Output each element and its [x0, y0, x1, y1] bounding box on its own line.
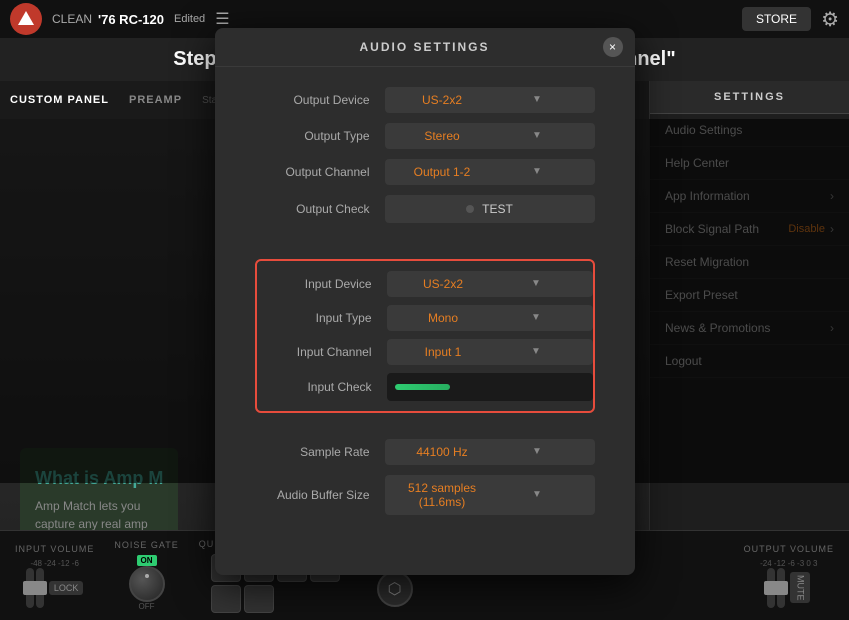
sample-rate-select[interactable]: 44100 Hz ▼: [385, 439, 595, 465]
input-channel-select[interactable]: Input 1 ▼: [387, 339, 593, 365]
output-check-row: Output Check TEST: [255, 195, 595, 223]
output-check-label: Output Check: [255, 202, 385, 216]
output-device-row: Output Device US-2x2 ▼: [255, 87, 595, 113]
dialog-body: Output Device US-2x2 ▼ Output Type Stere…: [215, 67, 635, 545]
input-channel-label: Input Channel: [257, 345, 387, 359]
input-device-select[interactable]: US-2x2 ▼: [387, 271, 593, 297]
input-type-select[interactable]: Mono ▼: [387, 305, 593, 331]
input-device-label: Input Device: [257, 277, 387, 291]
output-type-label: Output Type: [255, 129, 385, 143]
dropdown-arrow: ▼: [490, 166, 585, 177]
input-volume-section: INPUT VOLUME -48 -24 -12 -6 LOCK: [15, 544, 94, 608]
dropdown-arrow: ▼: [490, 446, 585, 457]
dropdown-arrow: ▼: [490, 346, 583, 357]
output-channel-row: Output Channel Output 1-2 ▼: [255, 159, 595, 185]
input-vol-slider2[interactable]: [36, 568, 44, 608]
input-volume-label: INPUT VOLUME: [15, 544, 94, 554]
output-vol-slider2[interactable]: [777, 568, 785, 608]
sample-rate-row: Sample Rate 44100 Hz ▼: [255, 439, 595, 465]
buffer-size-row: Audio Buffer Size 512 samples (11.6ms) ▼: [255, 475, 595, 515]
audio-dialog: AUDIO SETTINGS × Output Device US-2x2 ▼ …: [215, 28, 635, 575]
output-device-select[interactable]: US-2x2 ▼: [385, 87, 595, 113]
input-device-row: Input Device US-2x2 ▼: [257, 271, 593, 297]
reverb-icon[interactable]: ⬡: [377, 571, 413, 607]
preset-name: '76 RC-120: [98, 12, 164, 27]
output-device-label: Output Device: [255, 93, 385, 107]
output-type-row: Output Type Stereo ▼: [255, 123, 595, 149]
dropdown-arrow: ▼: [490, 130, 585, 141]
gear-icon[interactable]: ⚙: [821, 7, 839, 32]
dropdown-arrow: ▼: [490, 312, 583, 323]
noise-gate-off-badge: OFF: [139, 602, 155, 611]
dialog-header: AUDIO SETTINGS ×: [215, 28, 635, 67]
buffer-size-select[interactable]: 512 samples (11.6ms) ▼: [385, 475, 595, 515]
input-type-label: Input Type: [257, 311, 387, 325]
settings-title: SETTINGS: [650, 81, 849, 114]
dialog-close-button[interactable]: ×: [603, 37, 623, 57]
noise-gate-section: NOISE GATE ON OFF: [114, 540, 178, 611]
lock-button[interactable]: LOCK: [49, 581, 84, 595]
input-check-label: Input Check: [257, 380, 387, 394]
amp-what-text1: Amp Match lets you: [35, 497, 163, 515]
test-dot: [466, 205, 474, 213]
test-button[interactable]: TEST: [385, 195, 595, 223]
snap-btn-6[interactable]: [244, 585, 274, 613]
input-type-row: Input Type Mono ▼: [257, 305, 593, 331]
mute-button[interactable]: MUTE: [790, 572, 810, 604]
output-type-select[interactable]: Stereo ▼: [385, 123, 595, 149]
custom-panel-tab[interactable]: CUSTOM PANEL: [10, 94, 109, 106]
edited-label: Edited: [174, 13, 205, 25]
input-check-row: Input Check: [257, 373, 593, 401]
dropdown-arrow: ▼: [490, 278, 583, 289]
input-section: Input Device US-2x2 ▼ Input Type Mono ▼: [255, 259, 595, 413]
output-volume-section: OUTPUT VOLUME -24 -12 -6 -3 0 3 MUTE: [744, 544, 834, 608]
noise-gate-knob[interactable]: [129, 566, 165, 602]
app-logo: [10, 3, 42, 35]
input-level-indicator: [395, 384, 450, 390]
output-channel-label: Output Channel: [255, 165, 385, 179]
snap-btn-5[interactable]: [211, 585, 241, 613]
sample-rate-label: Sample Rate: [255, 445, 385, 459]
input-channel-row: Input Channel Input 1 ▼: [257, 339, 593, 365]
noise-gate-on-badge: ON: [137, 555, 157, 566]
menu-icon[interactable]: ☰: [215, 9, 229, 29]
dropdown-arrow: ▼: [490, 489, 585, 500]
noise-gate-label: NOISE GATE: [114, 540, 178, 550]
store-button[interactable]: STORE: [742, 7, 811, 31]
preamp-tab[interactable]: PREAMP: [129, 94, 182, 106]
buffer-size-label: Audio Buffer Size: [255, 488, 385, 502]
dropdown-arrow: ▼: [490, 94, 585, 105]
output-volume-label: OUTPUT VOLUME: [744, 544, 834, 554]
modal-overlay: AUDIO SETTINGS × Output Device US-2x2 ▼ …: [0, 119, 849, 483]
preset-type: CLEAN: [52, 12, 92, 26]
dialog-title: AUDIO SETTINGS: [359, 40, 489, 54]
input-check-meter: [387, 373, 593, 401]
output-channel-select[interactable]: Output 1-2 ▼: [385, 159, 595, 185]
